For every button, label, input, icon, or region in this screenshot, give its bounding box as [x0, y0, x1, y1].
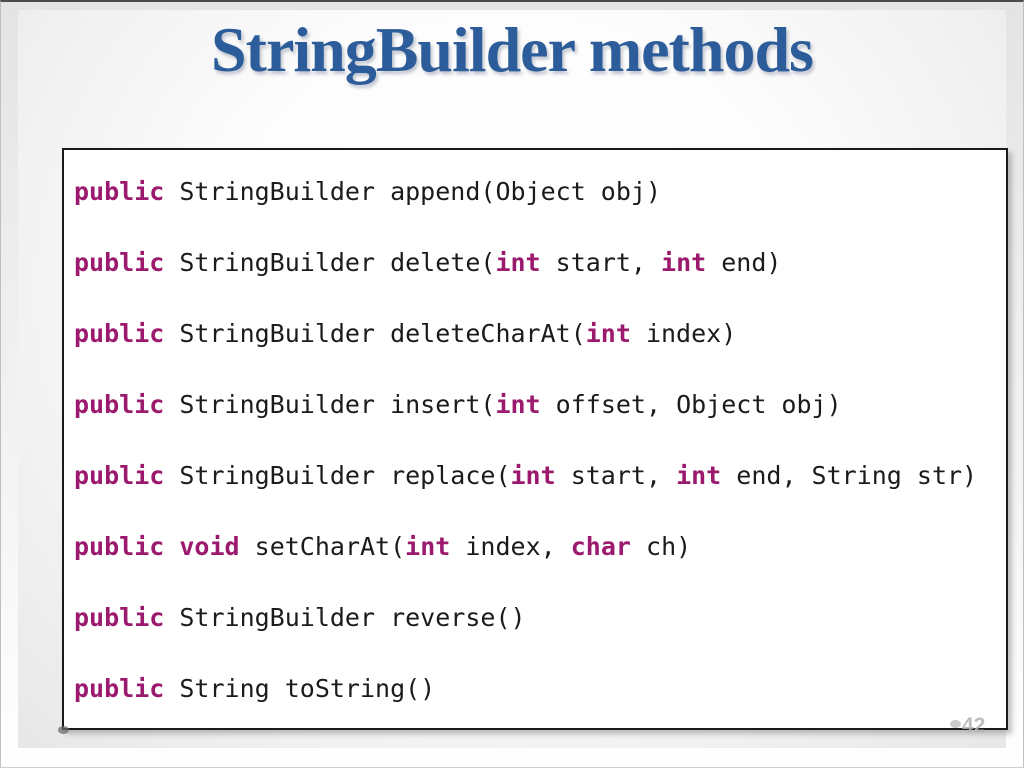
code-text: ch) — [630, 532, 692, 561]
code-keyword: public — [74, 319, 165, 348]
code-text: index, — [450, 532, 571, 561]
code-line: public StringBuilder append(Object obj) — [74, 156, 1000, 227]
code-block: public StringBuilder append(Object obj) p… — [62, 148, 1008, 730]
code-keyword: int — [676, 461, 722, 490]
code-line: public StringBuilder reverse() — [74, 582, 1000, 653]
code-text: StringBuilder reverse() — [164, 603, 526, 632]
code-line: public void setCharAt(int index, char ch… — [74, 511, 1000, 582]
code-text: end) — [706, 248, 782, 277]
code-text: StringBuilder replace( — [164, 461, 511, 490]
code-box-corner-marker-right — [950, 720, 961, 728]
code-line: public StringBuilder insert(int offset, … — [74, 369, 1000, 440]
code-keyword: char — [570, 532, 631, 561]
code-text: index) — [630, 319, 737, 348]
code-text: setCharAt( — [239, 532, 406, 561]
code-line: public StringBuilder delete(int start, i… — [74, 227, 1000, 298]
code-keyword: int — [585, 319, 631, 348]
code-keyword: int — [495, 248, 541, 277]
code-text: StringBuilder deleteCharAt( — [164, 319, 586, 348]
code-keyword: int — [661, 248, 707, 277]
code-line: public String toString() — [74, 653, 1000, 724]
code-text: StringBuilder delete( — [164, 248, 496, 277]
code-text: StringBuilder append(Object obj) — [164, 177, 662, 206]
code-keyword: int — [495, 390, 541, 419]
code-keyword: public — [74, 177, 165, 206]
code-keyword: public — [74, 390, 165, 419]
page-title: StringBuilder methods — [211, 14, 814, 85]
code-text: end, String str) — [721, 461, 978, 490]
code-keyword: int — [510, 461, 556, 490]
code-keyword: public — [74, 603, 165, 632]
code-lines-container: public StringBuilder append(Object obj) p… — [74, 156, 1000, 722]
code-keyword: public — [74, 532, 165, 561]
code-line: public StringBuilder deleteCharAt(int in… — [74, 298, 1000, 369]
presentation-slide: StringBuilder methods public StringBuild… — [0, 0, 1024, 768]
code-line: public StringBuilder replace(int start, … — [74, 440, 1000, 511]
code-text: start, — [555, 461, 677, 490]
slide-page-number: 42 — [962, 714, 986, 737]
code-keyword: int — [405, 532, 451, 561]
code-text: String toString() — [164, 674, 436, 703]
code-keyword: void — [179, 532, 240, 561]
code-keyword: public — [74, 248, 165, 277]
code-keyword: public — [74, 461, 165, 490]
code-text: StringBuilder insert( — [164, 390, 496, 419]
code-text: start, — [540, 248, 662, 277]
code-text: offset, Object obj) — [540, 390, 842, 419]
code-box-corner-marker-left — [58, 726, 69, 734]
code-keyword: public — [74, 674, 165, 703]
